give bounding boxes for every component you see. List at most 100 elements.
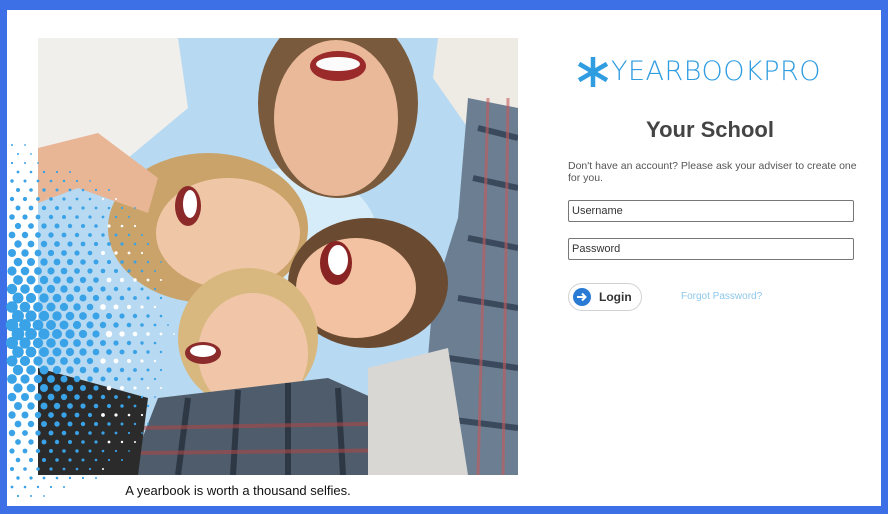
halftone-dot (28, 439, 34, 445)
halftone-dot (42, 188, 46, 192)
halftone-dot (26, 365, 36, 375)
halftone-dot (127, 377, 131, 381)
halftone-dot (140, 377, 144, 381)
halftone-dot (146, 350, 150, 354)
halftone-dot (106, 259, 112, 265)
halftone-dot (119, 277, 125, 283)
halftone-dot (46, 320, 56, 330)
halftone-dot (106, 367, 112, 373)
halftone-dot (60, 375, 68, 383)
halftone-dot (140, 395, 144, 399)
halftone-dot (15, 205, 21, 211)
halftone-dot (113, 376, 119, 382)
halftone-dot (65, 311, 75, 321)
halftone-dot (66, 294, 74, 302)
halftone-dot (113, 358, 119, 364)
halftone-dot (134, 207, 136, 209)
halftone-dot (146, 386, 150, 390)
halftone-dot (27, 240, 35, 248)
halftone-dot (101, 233, 105, 237)
halftone-dot (105, 330, 113, 338)
halftone-dot (100, 340, 106, 346)
username-input[interactable] (568, 200, 854, 222)
halftone-dot (80, 385, 86, 391)
halftone-dot (34, 249, 42, 257)
halftone-dot (74, 394, 80, 400)
halftone-dot (146, 260, 150, 264)
halftone-dot (94, 458, 98, 462)
halftone-dot (114, 431, 118, 435)
halftone-dot (21, 393, 29, 401)
forgot-password-link[interactable]: Forgot Password? (681, 291, 762, 302)
halftone-dot (127, 431, 131, 435)
halftone-dot (146, 296, 150, 300)
halftone-dot (127, 251, 131, 255)
halftone-dot (13, 257, 23, 267)
halftone-dot (21, 231, 29, 239)
halftone-dot (42, 458, 46, 462)
halftone-dot (120, 224, 124, 228)
hero-caption: A yearbook is worth a thousand selfies. (125, 483, 351, 498)
halftone-dot (73, 303, 81, 311)
halftone-dot (113, 304, 119, 310)
halftone-dot (25, 346, 37, 358)
halftone-dot (127, 395, 131, 399)
halftone-dot (24, 162, 26, 164)
halftone-dot (119, 295, 125, 301)
halftone-dot (73, 375, 81, 383)
halftone-dot (80, 403, 86, 409)
halftone-dot (113, 340, 119, 346)
halftone-dot (38, 328, 50, 340)
halftone-dot (16, 188, 20, 192)
halftone-dot (62, 449, 66, 453)
halftone-dot (92, 294, 100, 302)
halftone-dot (106, 349, 112, 355)
halftone-dot (106, 385, 112, 391)
halftone-dot (9, 196, 15, 202)
halftone-dot (61, 232, 67, 238)
halftone-dot (120, 206, 124, 210)
halftone-dot (87, 286, 93, 292)
halftone-dot (107, 458, 111, 462)
halftone-dot (94, 422, 98, 426)
halftone-dot (132, 349, 138, 355)
halftone-dot (66, 258, 74, 266)
halftone-dot (53, 276, 61, 284)
halftone-dot (38, 310, 50, 322)
halftone-dot (22, 448, 28, 454)
halftone-dot (52, 293, 62, 303)
halftone-dot (80, 259, 86, 265)
halftone-dot (68, 440, 72, 444)
halftone-dot (24, 144, 26, 146)
halftone-dot (81, 440, 85, 444)
halftone-dot (100, 268, 106, 274)
halftone-dot (73, 357, 81, 365)
halftone-dot (41, 205, 47, 211)
halftone-dot (36, 197, 40, 201)
halftone-dot (160, 261, 162, 263)
halftone-dot (159, 296, 163, 300)
halftone-dot (41, 223, 47, 229)
halftone-dot (52, 311, 62, 321)
halftone-dot (100, 286, 106, 292)
halftone-dot (13, 275, 23, 285)
halftone-dot (100, 304, 106, 310)
login-button[interactable]: Login (568, 283, 642, 311)
halftone-dot (146, 314, 150, 318)
halftone-dot (22, 430, 28, 436)
halftone-dot (55, 476, 59, 480)
halftone-dot (140, 359, 144, 363)
halftone-dot (48, 214, 54, 220)
halftone-dot (93, 403, 99, 409)
halftone-dot (102, 468, 104, 470)
halftone-dot (140, 413, 144, 417)
halftone-dot (86, 339, 94, 347)
halftone-dot (79, 294, 87, 302)
halftone-dot (86, 303, 94, 311)
halftone-dot (40, 384, 48, 392)
halftone-dot (133, 296, 137, 300)
halftone-dot (75, 179, 79, 183)
password-input[interactable] (568, 238, 854, 260)
halftone-dot (16, 476, 20, 480)
halftone-dot (29, 476, 33, 480)
